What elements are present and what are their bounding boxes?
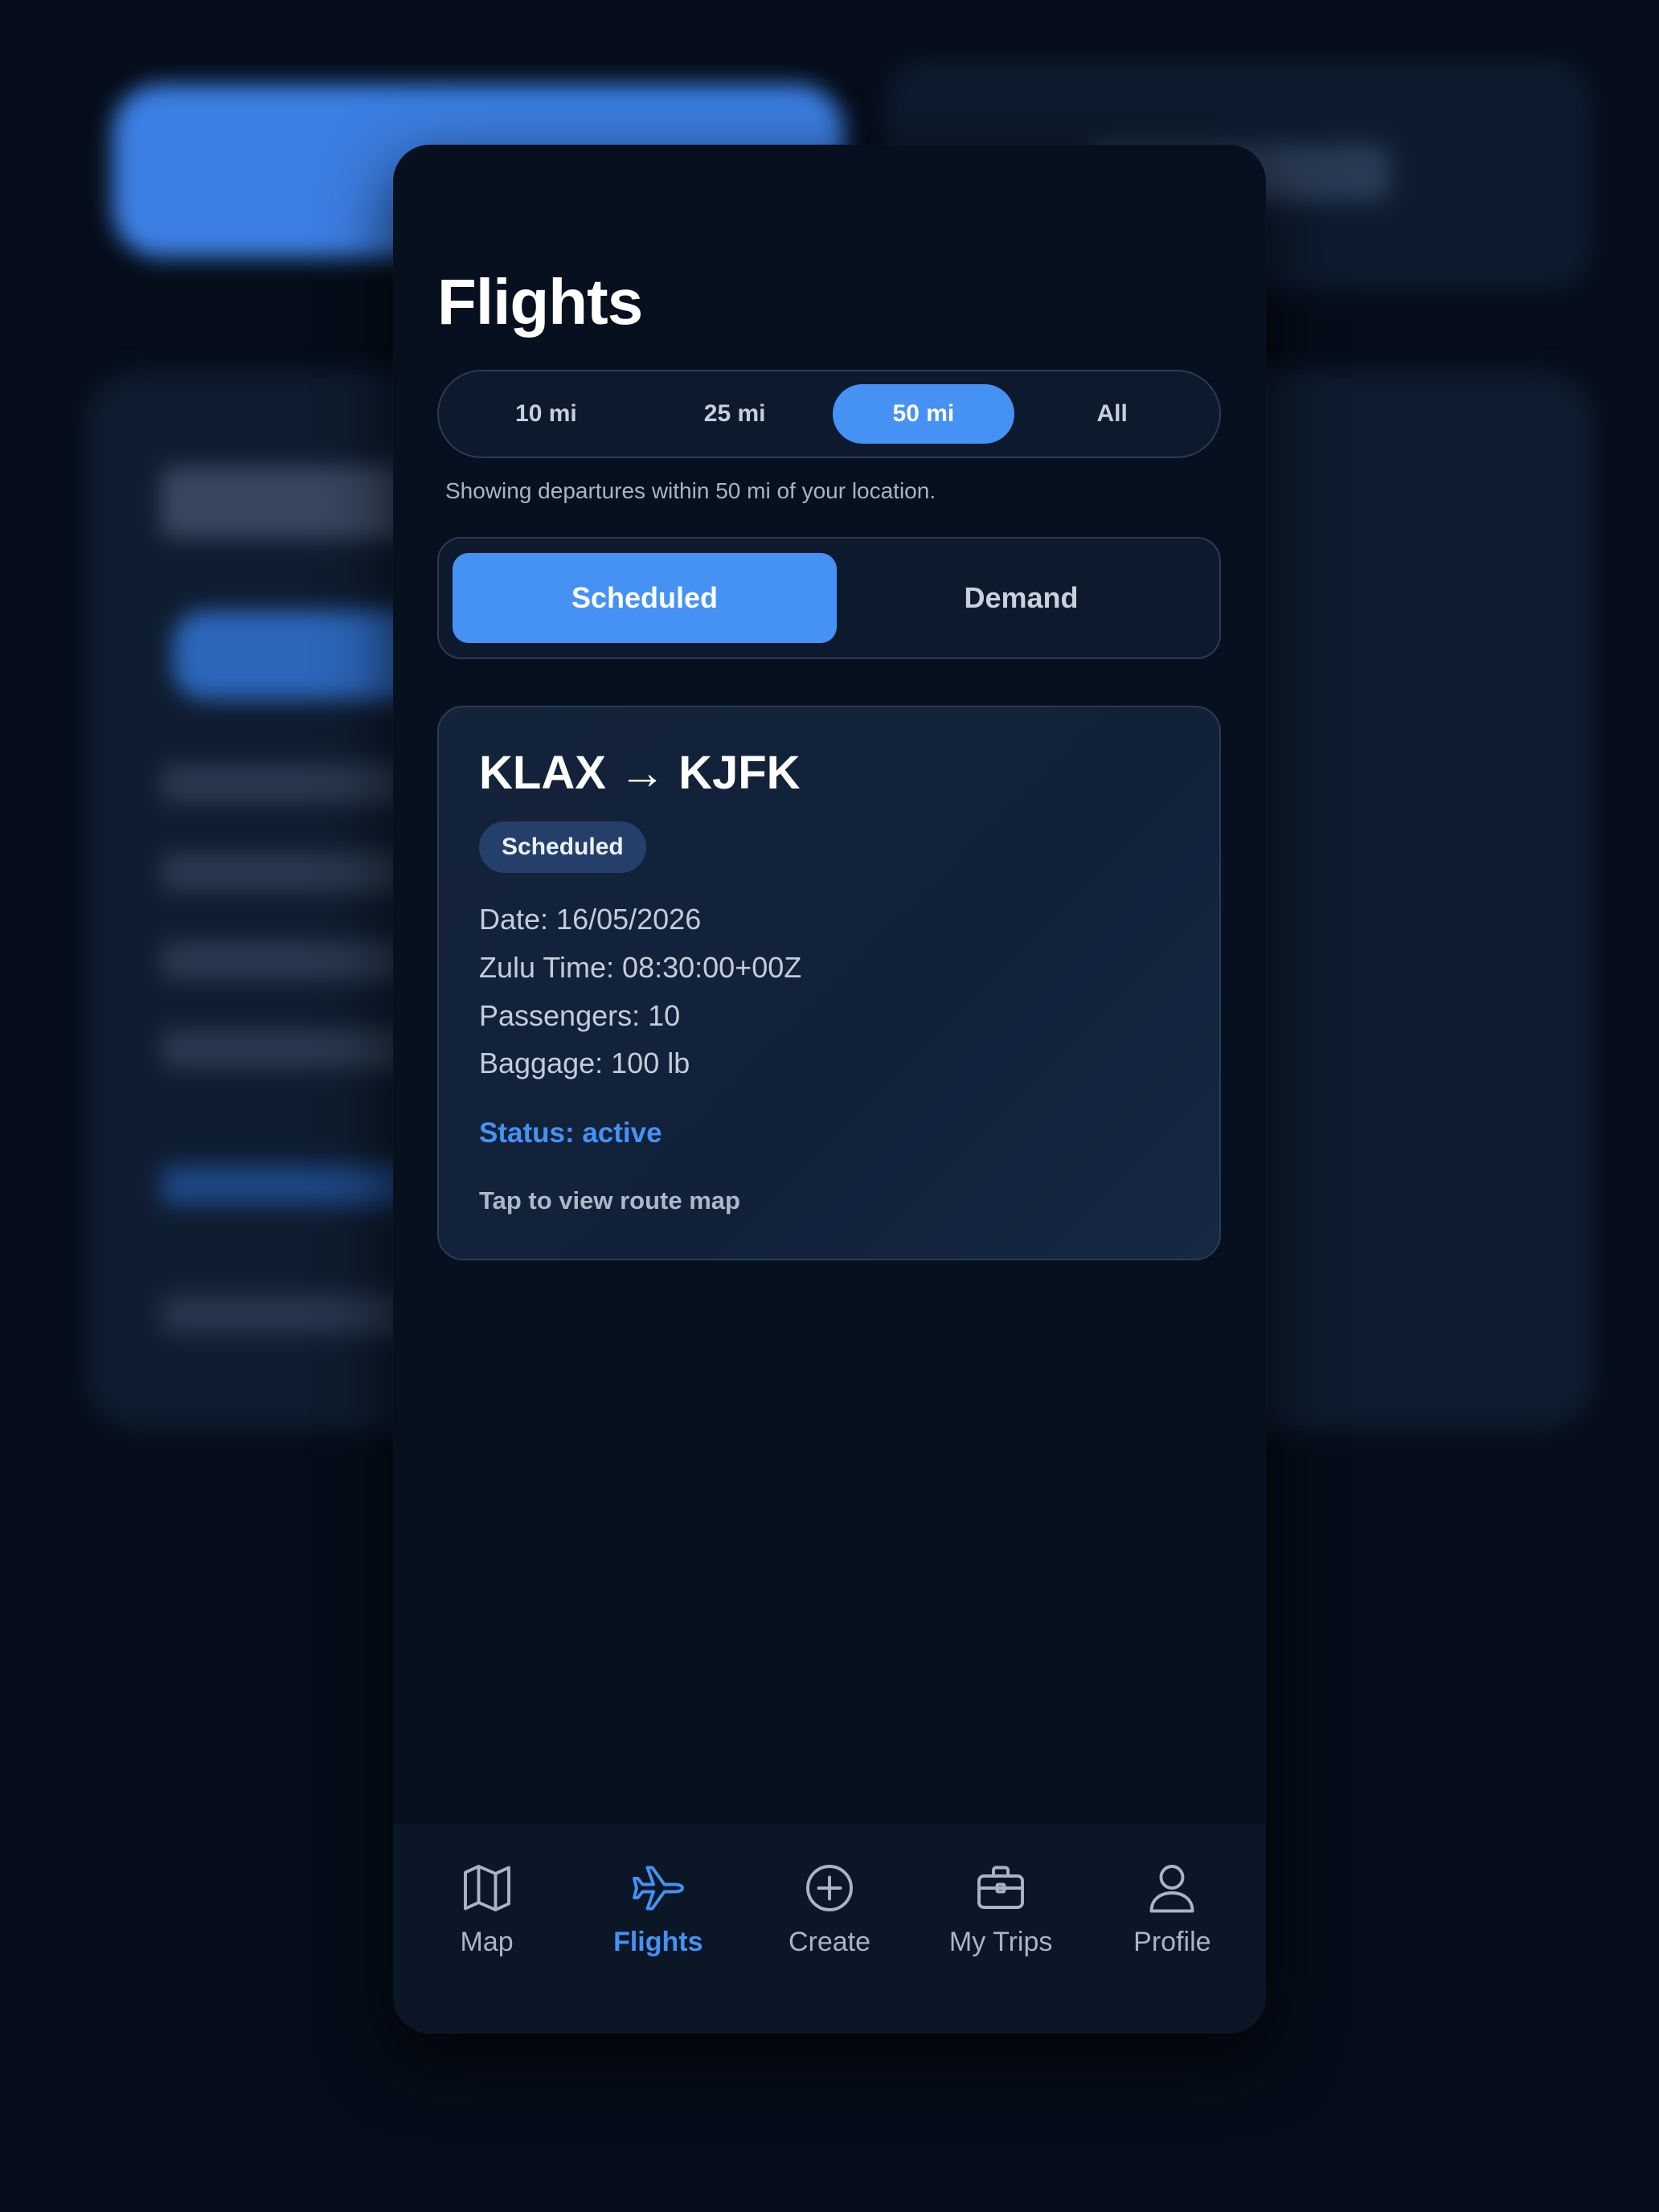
- flight-baggage: Baggage: 100 lb: [479, 1047, 690, 1079]
- range-option-25mi[interactable]: 25 mi: [644, 384, 826, 444]
- tab-profile[interactable]: Profile: [1088, 1825, 1256, 2034]
- tab-label-map: Map: [460, 1927, 514, 1957]
- tab-label-create: Create: [788, 1927, 870, 1957]
- tab-label-profile: Profile: [1133, 1927, 1211, 1957]
- flight-date: Date: 16/05/2026: [479, 903, 702, 936]
- range-option-10mi[interactable]: 10 mi: [455, 384, 637, 444]
- phone-screen: Flights 10 mi 25 mi 50 mi All Showing de…: [393, 145, 1266, 2034]
- page-title: Flights: [437, 266, 643, 338]
- status-badge: Scheduled: [479, 821, 646, 873]
- flight-passengers: Passengers: 10: [479, 999, 681, 1032]
- tab-label-flights: Flights: [613, 1927, 703, 1957]
- plus-circle-icon: [806, 1865, 853, 1911]
- airplane-icon: [632, 1866, 684, 1911]
- tab-my-trips[interactable]: My Trips: [916, 1825, 1085, 2034]
- bottom-tab-bar: Map Flights Create My Trips Profile: [393, 1825, 1266, 2034]
- range-option-all[interactable]: All: [1021, 384, 1203, 444]
- range-option-50mi[interactable]: 50 mi: [832, 384, 1015, 444]
- user-icon: [1149, 1865, 1194, 1913]
- tab-flights[interactable]: Flights: [574, 1825, 743, 2034]
- view-route-map-hint: Tap to view route map: [479, 1186, 740, 1215]
- mode-option-scheduled[interactable]: Scheduled: [453, 553, 837, 643]
- mode-option-demand[interactable]: Demand: [837, 553, 1206, 643]
- flight-zulu-time: Zulu Time: 08:30:00+00Z: [479, 951, 802, 984]
- briefcase-icon: [977, 1866, 1025, 1909]
- map-icon: [463, 1865, 510, 1911]
- flight-status: Status: active: [479, 1117, 662, 1149]
- tab-label-my-trips: My Trips: [948, 1927, 1053, 1957]
- range-hint-text: Showing departures within 50 mi of your …: [445, 478, 936, 503]
- tab-create[interactable]: Create: [745, 1825, 914, 2034]
- range-filter: 10 mi 25 mi 50 mi All: [437, 370, 1221, 458]
- mode-toggle: Scheduled Demand: [437, 537, 1221, 659]
- flight-card[interactable]: KLAX → KJFK Scheduled Date: 16/05/2026 Z…: [437, 706, 1221, 1260]
- tab-map[interactable]: Map: [403, 1825, 571, 2034]
- flight-route: KLAX → KJFK: [479, 747, 801, 799]
